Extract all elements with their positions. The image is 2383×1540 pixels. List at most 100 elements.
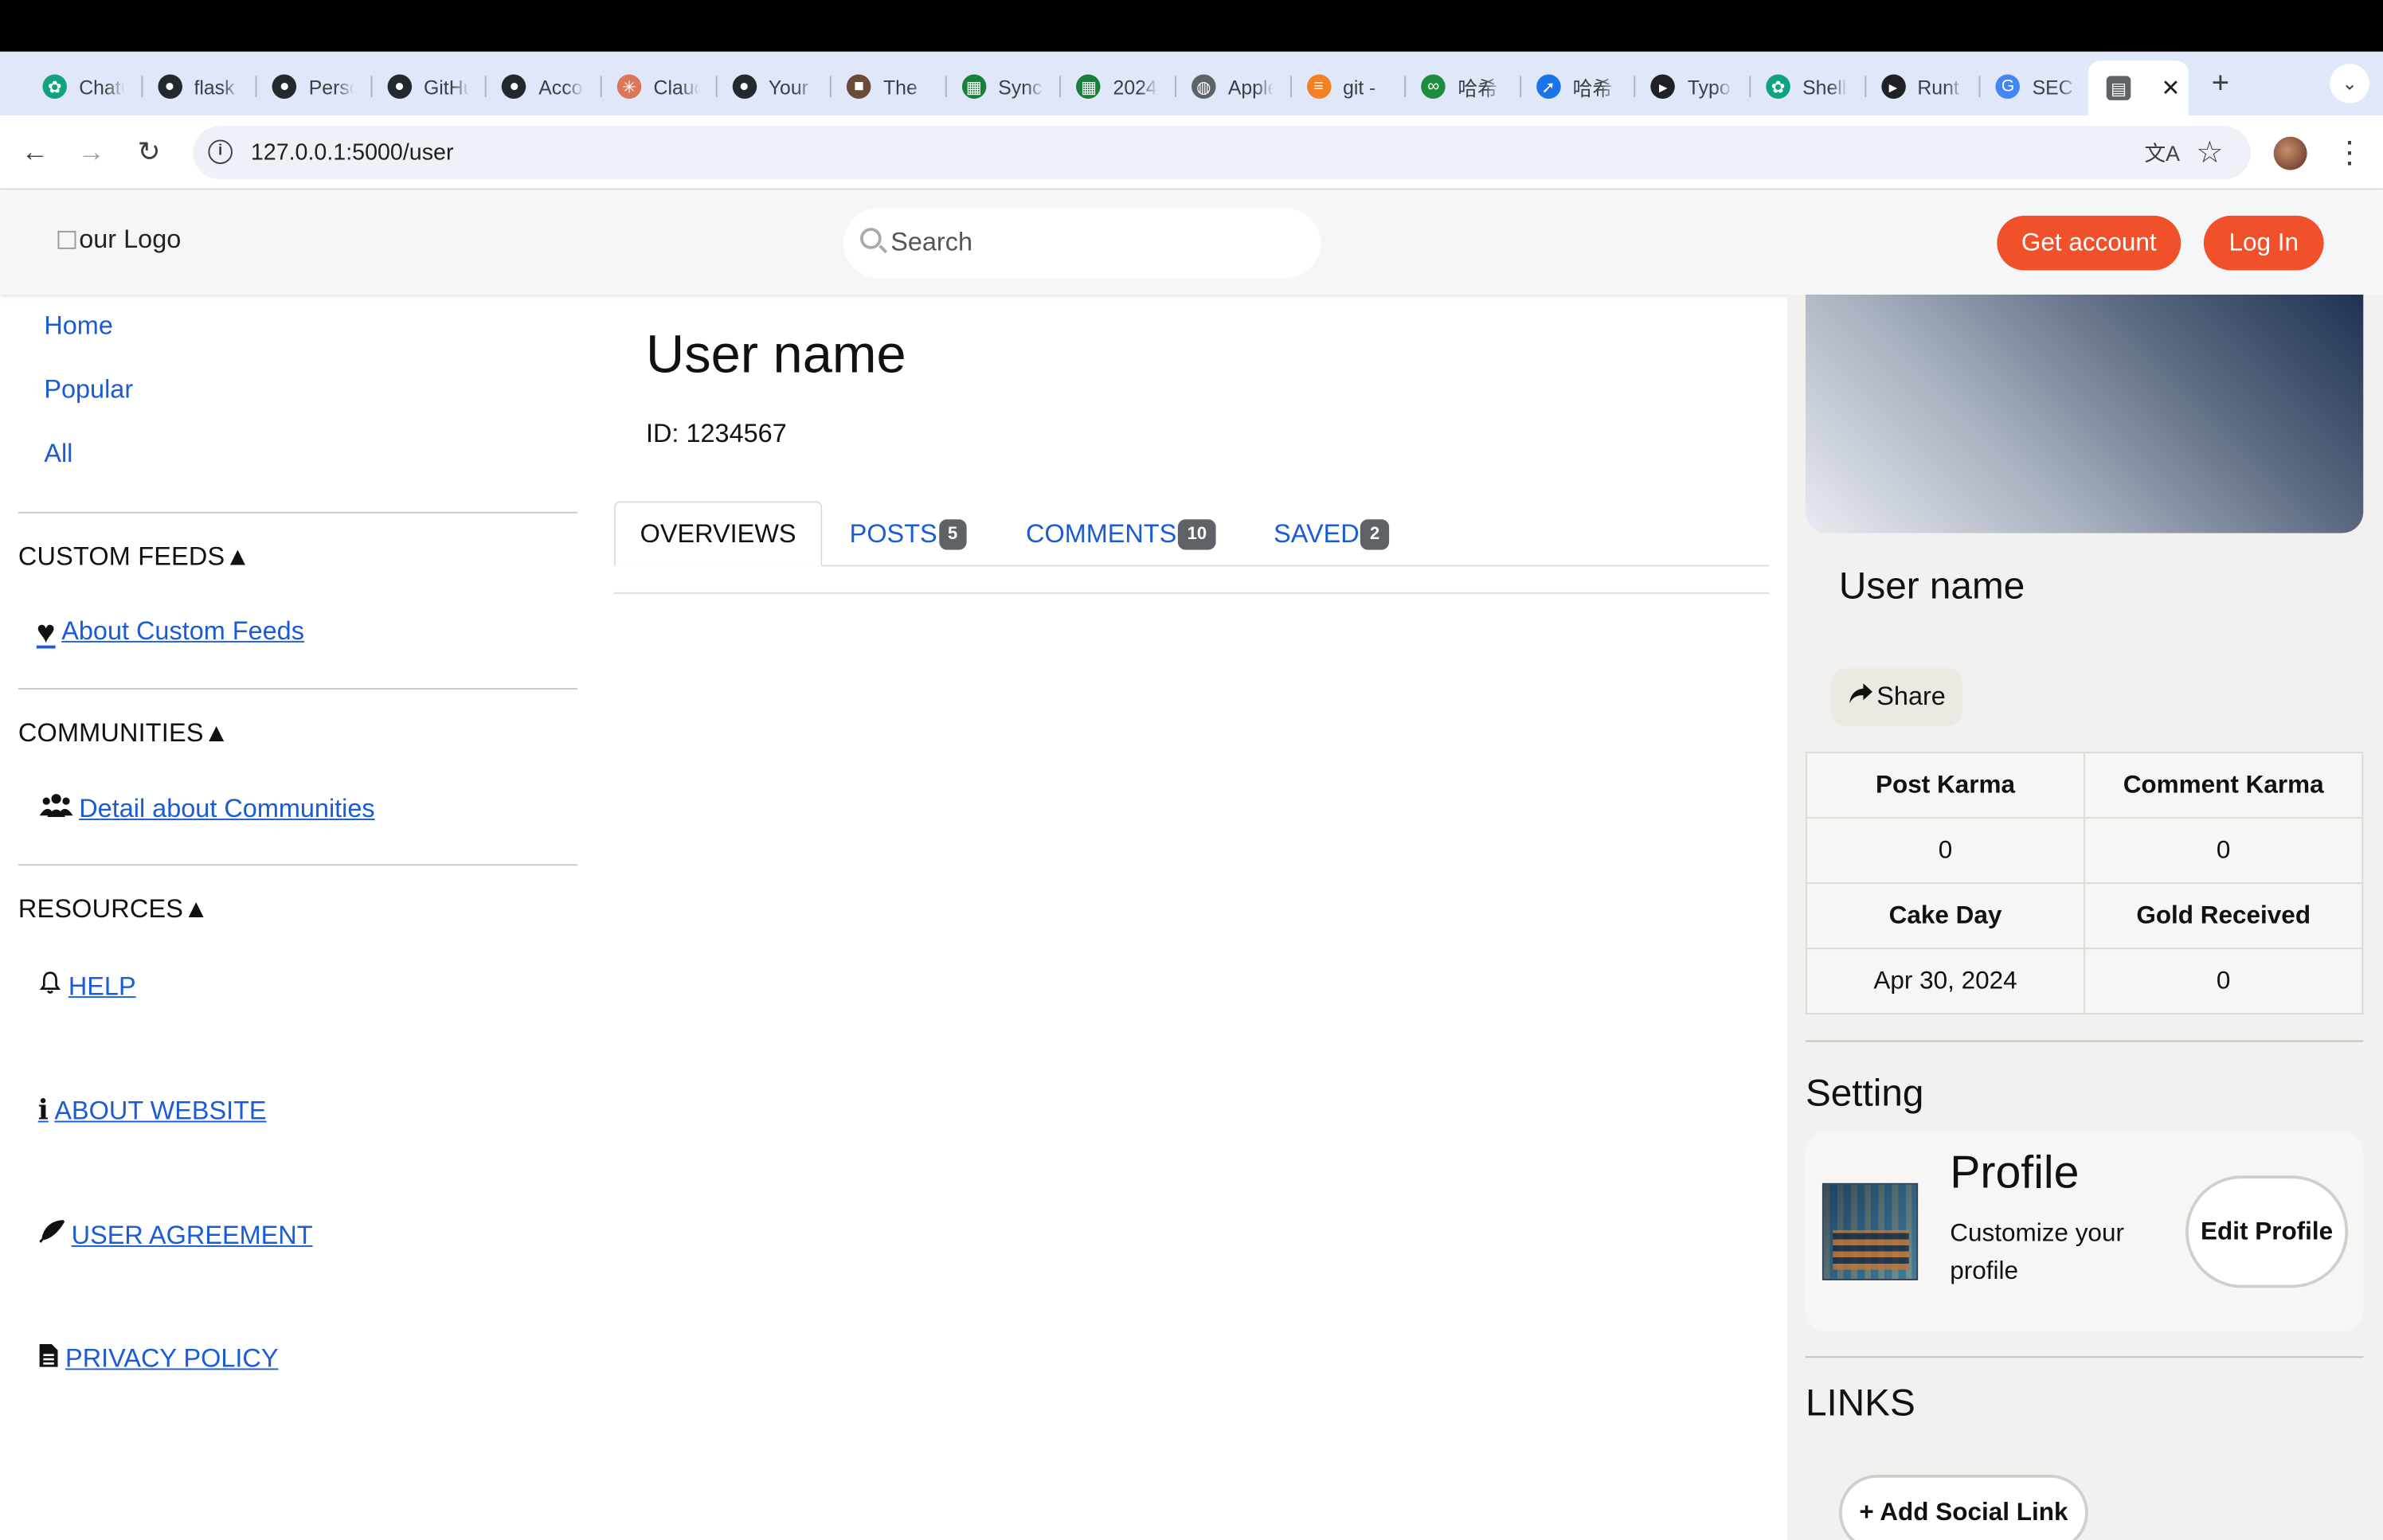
tab-separator — [140, 76, 143, 98]
about-custom-feeds-label: About Custom Feeds — [61, 616, 304, 646]
communities-detail-label: Detail about Communities — [79, 793, 375, 823]
tab-saved[interactable]: SAVED 2 — [1274, 501, 1389, 566]
browser-tab-title: 哈希 — [1458, 76, 1497, 100]
about-website-link[interactable]: i ABOUT WEBSITE — [38, 1095, 267, 1127]
browser-tab[interactable]: ● flask — [145, 65, 251, 107]
browser-tab-title: Runt — [1917, 75, 1959, 99]
help-link[interactable]: HELP — [38, 971, 136, 1003]
tab-comments-label: COMMENTS — [1026, 518, 1177, 548]
sidebar-divider — [18, 688, 578, 690]
about-custom-feeds-link[interactable]: ♥ About Custom Feeds — [37, 616, 304, 647]
search-bar[interactable] — [843, 208, 1321, 279]
browser-toolbar: ← → ↻ i 127.0.0.1:5000/user 文A ☆ — [0, 115, 2383, 190]
user-agreement-link[interactable]: USER AGREEMENT — [38, 1220, 313, 1252]
browser-tab[interactable]: ➚ 哈希 — [1524, 65, 1630, 107]
resources-label: RESOURCES — [18, 894, 184, 924]
feather-icon — [38, 1220, 65, 1252]
browser-tab-active[interactable]: ▤ ✕ — [2088, 61, 2189, 115]
browser-tab[interactable]: ▦ 2024 — [1064, 65, 1170, 107]
profile-avatar[interactable] — [2273, 136, 2307, 170]
custom-feeds-heading[interactable]: CUSTOM FEEDS▲ — [18, 542, 251, 573]
browser-tab[interactable]: ✿ ChatGPT — [30, 65, 136, 107]
site-info-icon[interactable]: i — [208, 139, 233, 164]
collapse-toggle-icon[interactable]: ▲ — [225, 542, 250, 571]
add-social-link-button[interactable]: + Add Social Link — [1838, 1474, 2088, 1540]
communities-heading[interactable]: COMMUNITIES▲ — [18, 718, 229, 749]
browser-tab-title: 2024 — [1113, 75, 1157, 99]
terminal-icon: ▸ — [1651, 74, 1676, 99]
sidebar-item-home[interactable]: Home — [44, 311, 113, 342]
browser-tab[interactable]: ● Personal — [260, 65, 366, 107]
resources-heading[interactable]: RESOURCES▲ — [18, 894, 209, 924]
rocket-icon: ➚ — [1536, 74, 1561, 99]
browser-tab-title: Typora — [1687, 75, 1733, 99]
site-logo[interactable]: our Logo — [57, 225, 182, 255]
translate-icon[interactable]: 文A — [2144, 139, 2180, 169]
sidebar-item-all[interactable]: All — [44, 439, 72, 469]
stackoverflow-icon: ≡ — [1306, 74, 1331, 99]
comment-karma-label: Comment Karma — [2084, 752, 2364, 819]
browser-tab[interactable]: ■ The — [835, 65, 941, 107]
browser-tab-title: 哈希 — [1572, 76, 1613, 100]
browser-tab[interactable]: ✿ Shell — [1754, 65, 1860, 107]
tab-overviews[interactable]: OVERVIEWS — [613, 501, 823, 567]
tab-separator — [370, 76, 373, 98]
browser-tab[interactable]: ● GitHub — [375, 65, 481, 107]
tab-separator — [1289, 76, 1292, 98]
tab-separator — [1519, 76, 1521, 98]
forward-icon[interactable]: → — [73, 134, 110, 170]
page-icon: ▤ — [2106, 76, 2131, 100]
browser-tab[interactable]: ∞ 哈希 — [1409, 65, 1515, 107]
privacy-policy-label: PRIVACY POLICY — [65, 1343, 279, 1374]
reload-icon[interactable]: ↻ — [131, 134, 167, 170]
get-account-button[interactable]: Get account — [1997, 215, 2181, 271]
tab-posts-label: POSTS — [849, 518, 937, 548]
browser-tab[interactable]: G SEC — [1984, 65, 2090, 107]
new-tab-button[interactable]: + — [2204, 67, 2237, 102]
browser-tab-title: Your — [768, 75, 808, 99]
post-karma-label: Post Karma — [1805, 752, 2086, 819]
tab-separator — [1175, 76, 1176, 98]
browser-tab[interactable]: ✳ Claude — [605, 65, 710, 107]
communities-label: COMMUNITIES — [18, 718, 204, 748]
browser-menu-icon[interactable]: ⋮ — [2334, 134, 2365, 172]
tab-separator — [255, 76, 257, 98]
url-text[interactable]: 127.0.0.1:5000/user — [251, 139, 454, 165]
close-tab-icon[interactable]: ✕ — [2161, 74, 2180, 101]
broken-image-icon — [57, 230, 76, 249]
log-in-button[interactable]: Log In — [2203, 215, 2324, 271]
communities-detail-link[interactable]: Detail about Communities — [39, 793, 375, 825]
tab-overviews-label: OVERVIEWS — [640, 518, 796, 548]
share-button[interactable]: Share — [1831, 668, 1962, 726]
edit-profile-button[interactable]: Edit Profile — [2185, 1175, 2349, 1288]
browser-tab[interactable]: ● Your — [720, 65, 826, 107]
back-icon[interactable]: ← — [17, 134, 53, 170]
collapse-toggle-icon[interactable]: ▲ — [183, 894, 209, 923]
sidebar-item-popular[interactable]: Popular — [44, 375, 133, 405]
browser-tab[interactable]: ▦ Sync — [949, 65, 1055, 107]
privacy-policy-link[interactable]: PRIVACY POLICY — [38, 1343, 279, 1376]
bookmark-star-icon[interactable]: ☆ — [2196, 134, 2223, 172]
browser-tab[interactable]: ▸ Typora — [1639, 65, 1745, 107]
sidebar-divider — [18, 864, 578, 866]
tab-separator — [1978, 76, 1981, 98]
tab-separator — [945, 76, 947, 98]
browser-tab[interactable]: ◍ Apple — [1180, 65, 1285, 107]
claude-icon: ✳ — [616, 74, 642, 99]
tab-comments[interactable]: COMMENTS 10 — [1026, 501, 1216, 566]
logo-alt-text: our Logo — [79, 225, 182, 254]
browser-tab-title: GitHub — [424, 75, 469, 99]
browser-tab[interactable]: ≡ git - — [1294, 65, 1400, 107]
address-bar[interactable]: i 127.0.0.1:5000/user 文A ☆ — [193, 126, 2252, 180]
karma-stats-table: Post Karma Comment Karma 0 0 Cake Day Go… — [1805, 752, 2364, 1015]
profile-banner — [1805, 295, 2364, 534]
help-label: HELP — [68, 971, 136, 1000]
tab-search-button[interactable]: ⌄ — [2330, 64, 2369, 104]
browser-tab[interactable]: ● Account — [490, 65, 596, 107]
github-icon: ● — [731, 74, 757, 99]
browser-tab[interactable]: ▸ Runt — [1868, 65, 1974, 107]
posts-count-badge: 5 — [938, 518, 967, 549]
tab-posts[interactable]: POSTS 5 — [850, 501, 967, 566]
collapse-toggle-icon[interactable]: ▲ — [204, 718, 229, 747]
search-input[interactable] — [890, 223, 1301, 263]
